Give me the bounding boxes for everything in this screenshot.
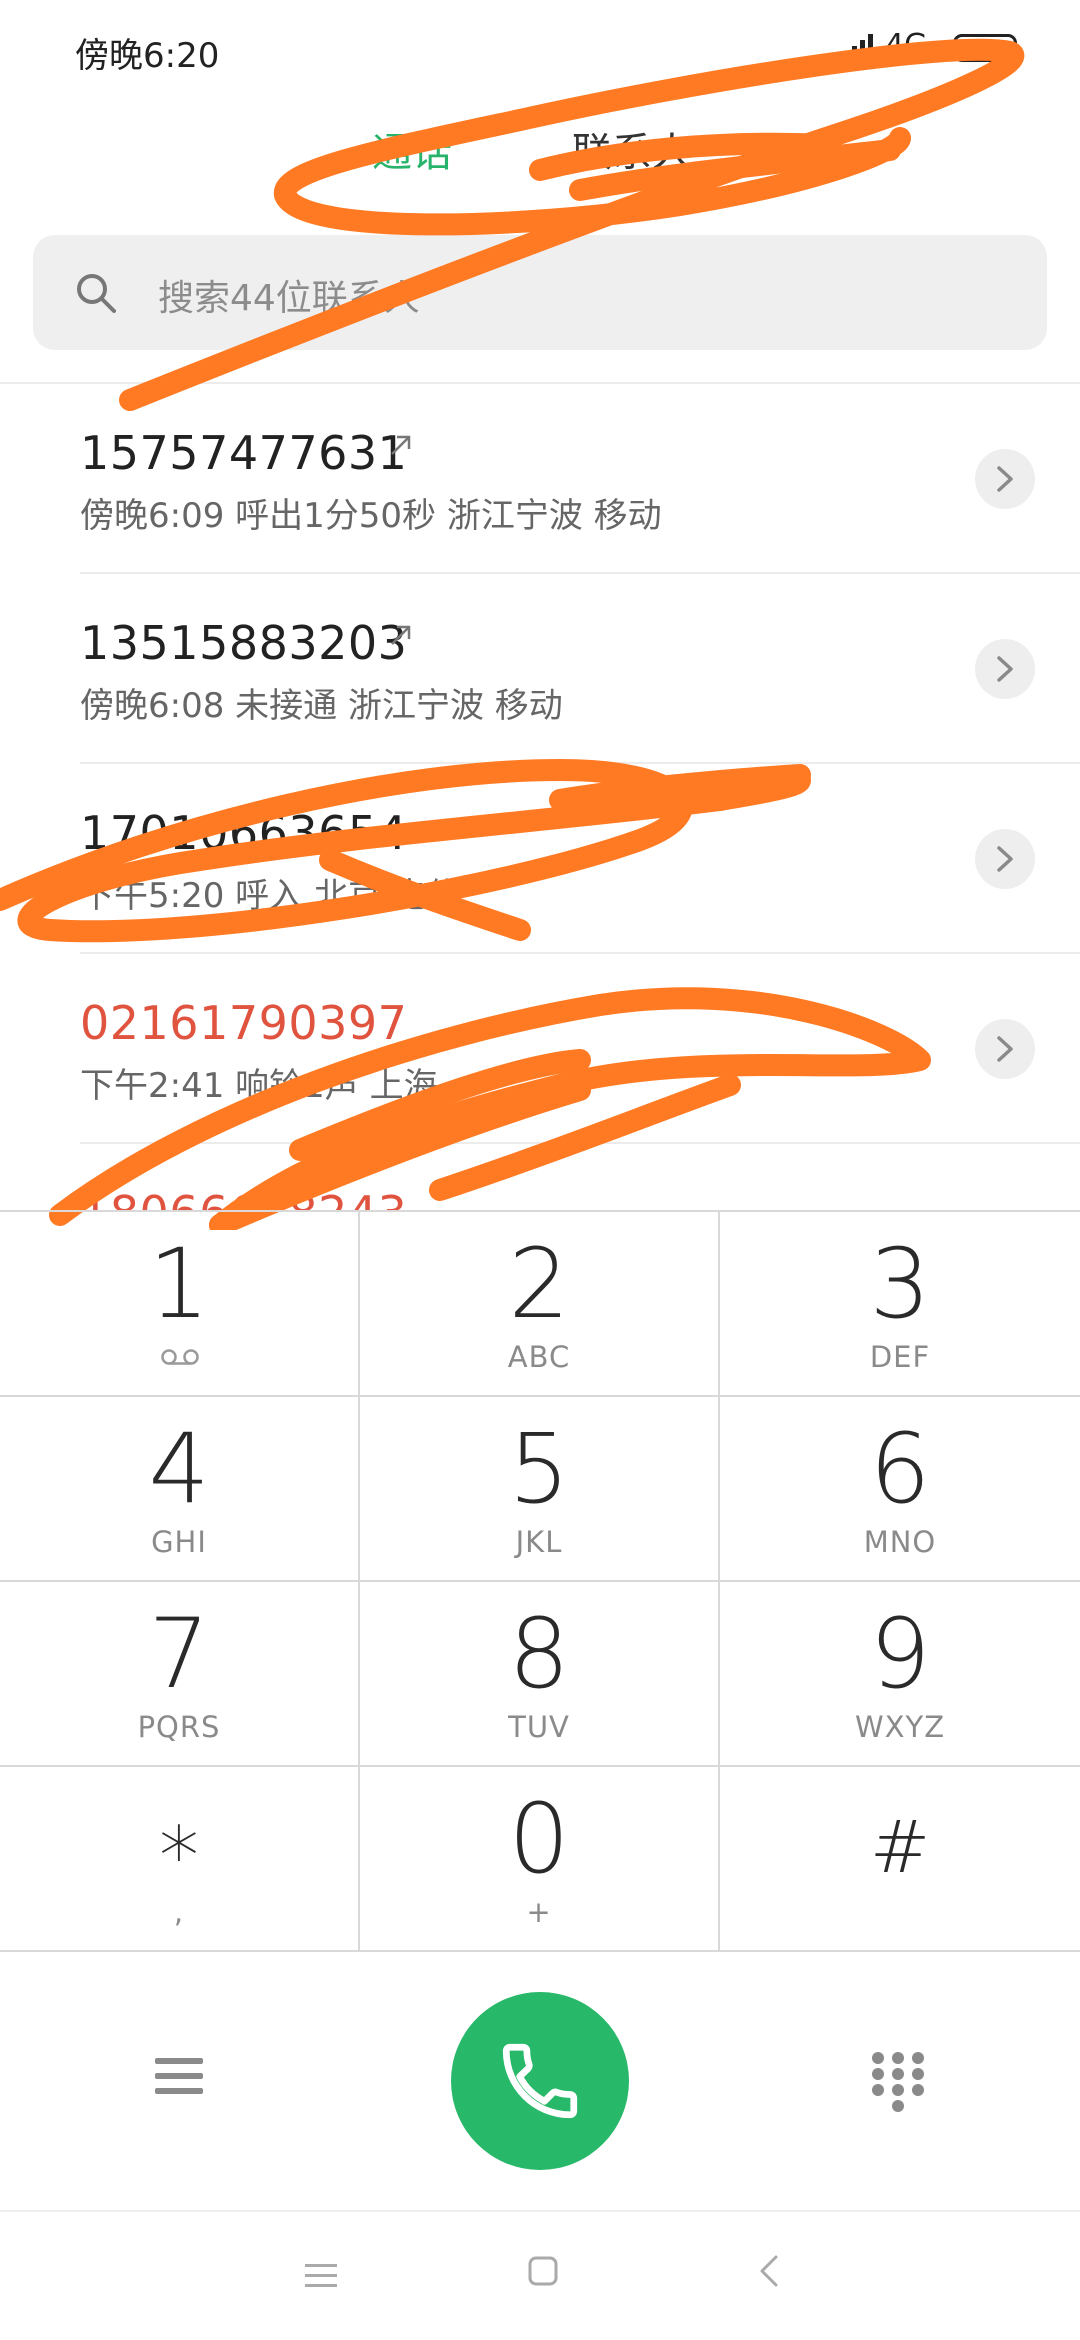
key-digit: 1 bbox=[148, 1228, 210, 1340]
key-digit: 6 bbox=[869, 1413, 931, 1525]
search-icon bbox=[77, 274, 116, 313]
call-number: 17010663654 bbox=[80, 806, 408, 860]
call-detail: 下午2:41 响铃1声 上海 bbox=[80, 1066, 438, 1106]
call-detail: 傍晚6:09 呼出1分50秒 浙江宁波 移动 bbox=[80, 496, 662, 536]
search-placeholder: 搜索44位联系人 bbox=[158, 278, 420, 319]
dialpad-key-0[interactable]: 0 + bbox=[360, 1767, 720, 1952]
chevron-right-icon bbox=[997, 466, 1013, 492]
dialpad-key-7[interactable]: 7 PQRS bbox=[0, 1582, 360, 1767]
call-detail-button[interactable] bbox=[975, 449, 1035, 509]
call-detail-button[interactable] bbox=[975, 1019, 1035, 1079]
key-digit: 4 bbox=[148, 1413, 210, 1525]
key-letters: JKL bbox=[515, 1525, 563, 1559]
chevron-right-icon bbox=[997, 1036, 1013, 1062]
key-digit: * bbox=[159, 1810, 199, 1903]
call-number: 02161790397 bbox=[80, 996, 408, 1050]
status-bar: 傍晚6:20 4G 48 bbox=[0, 0, 1080, 100]
key-letters: MNO bbox=[863, 1525, 937, 1559]
dialpad-key-8[interactable]: 8 TUV bbox=[360, 1582, 720, 1767]
outgoing-call-arrow-icon bbox=[391, 435, 411, 455]
dialpad-key-hash[interactable]: # bbox=[720, 1767, 1080, 1952]
dialpad-key-2[interactable]: 2 ABC bbox=[360, 1212, 720, 1397]
call-log-row[interactable]: 17010663654 下午5:20 呼入 北京 电信 bbox=[0, 764, 1080, 954]
battery-level: 48 bbox=[972, 37, 998, 58]
key-letters: PQRS bbox=[137, 1710, 221, 1744]
key-letters: ABC bbox=[507, 1340, 571, 1374]
key-letters: DEF bbox=[869, 1340, 931, 1374]
call-log-row[interactable]: 02161790397 下午2:41 响铃1声 上海 bbox=[0, 954, 1080, 1144]
chevron-right-icon bbox=[997, 656, 1013, 682]
key-digit: 0 bbox=[508, 1783, 570, 1895]
voicemail-icon bbox=[161, 1349, 199, 1365]
call-number: 15757477631 bbox=[80, 426, 408, 480]
top-tabs: 通话 联系人 bbox=[0, 120, 1080, 200]
call-number: 18066618243 bbox=[80, 1186, 407, 1210]
dialpad-key-star[interactable]: * , bbox=[0, 1767, 360, 1952]
call-detail: 傍晚6:08 未接通 浙江宁波 移动 bbox=[80, 686, 563, 726]
tab-contacts[interactable]: 联系人 bbox=[572, 120, 692, 178]
battery-icon: 48 bbox=[953, 34, 1017, 62]
signal-icon bbox=[844, 34, 873, 60]
search-input[interactable]: 搜索44位联系人 bbox=[33, 235, 1047, 350]
key-letters: + bbox=[526, 1895, 552, 1929]
dialpad: 1 2 ABC 3 DEF 4 GHI 5 JKL 6 MNO 7 PQRS 8… bbox=[0, 1210, 1080, 1954]
call-log-row[interactable]: 18066618243 bbox=[0, 1144, 1080, 1210]
network-type-label: 4G bbox=[885, 28, 928, 63]
call-log-list: 15757477631 傍晚6:09 呼出1分50秒 浙江宁波 移动 13515… bbox=[0, 384, 1080, 1210]
dialpad-key-3[interactable]: 3 DEF bbox=[720, 1212, 1080, 1397]
key-digit: 9 bbox=[869, 1598, 931, 1710]
dialpad-key-5[interactable]: 5 JKL bbox=[360, 1397, 720, 1582]
dialpad-key-9[interactable]: 9 WXYZ bbox=[720, 1582, 1080, 1767]
outgoing-call-arrow-icon bbox=[391, 625, 411, 645]
key-digit: 7 bbox=[148, 1598, 210, 1710]
call-detail-button[interactable] bbox=[975, 829, 1035, 889]
status-time: 傍晚6:20 bbox=[75, 36, 220, 76]
back-icon[interactable] bbox=[757, 2253, 781, 2289]
recent-apps-icon[interactable] bbox=[303, 2260, 339, 2290]
call-log-row[interactable]: 15757477631 傍晚6:09 呼出1分50秒 浙江宁波 移动 bbox=[0, 384, 1080, 574]
call-number: 13515883203 bbox=[80, 616, 408, 670]
tab-calls[interactable]: 通话 bbox=[372, 120, 452, 178]
phone-handset-icon bbox=[502, 2043, 578, 2119]
key-digit: # bbox=[869, 1805, 931, 1889]
call-detail: 下午5:20 呼入 北京 电信 bbox=[80, 876, 461, 916]
dialpad-key-4[interactable]: 4 GHI bbox=[0, 1397, 360, 1582]
dialpad-icon[interactable] bbox=[870, 2050, 926, 2112]
key-digit: 2 bbox=[508, 1228, 570, 1340]
key-letters: , bbox=[173, 1895, 185, 1929]
key-digit: 8 bbox=[508, 1598, 570, 1710]
dialpad-key-6[interactable]: 6 MNO bbox=[720, 1397, 1080, 1582]
call-detail-button[interactable] bbox=[975, 639, 1035, 699]
call-button[interactable] bbox=[451, 1992, 629, 2170]
action-bar bbox=[0, 1952, 1080, 2212]
key-letters: GHI bbox=[151, 1525, 207, 1559]
system-nav-bar bbox=[0, 2210, 1080, 2340]
call-log-row[interactable]: 13515883203 傍晚6:08 未接通 浙江宁波 移动 bbox=[0, 574, 1080, 764]
key-letters: TUV bbox=[508, 1710, 570, 1744]
key-digit: 5 bbox=[508, 1413, 570, 1525]
key-digit: 3 bbox=[869, 1228, 931, 1340]
chevron-right-icon bbox=[997, 846, 1013, 872]
dialpad-key-1[interactable]: 1 bbox=[0, 1212, 360, 1397]
menu-icon[interactable] bbox=[155, 2054, 203, 2098]
key-letters: WXYZ bbox=[854, 1710, 946, 1744]
home-icon[interactable] bbox=[527, 2255, 559, 2287]
